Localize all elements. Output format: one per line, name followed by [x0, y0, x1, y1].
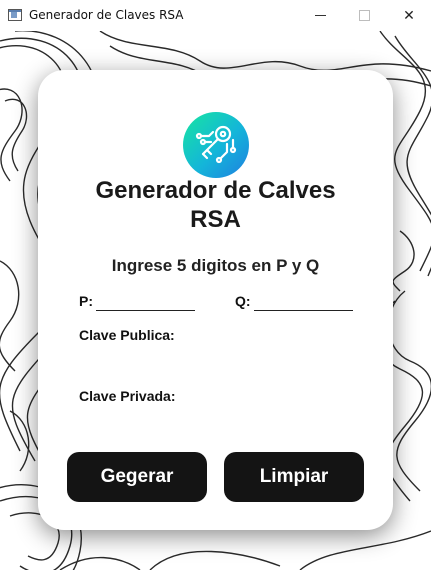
- q-label: Q:: [235, 293, 251, 309]
- public-key-label: Clave Publica:: [79, 327, 175, 343]
- page-title-line1: Generador de Calves: [95, 177, 336, 204]
- p-label: P:: [79, 293, 93, 309]
- title-bar: Generador de Claves RSA ✕: [0, 0, 431, 31]
- page-title-line2: RSA: [190, 206, 241, 233]
- instructions-text: Ingrese 5 digitos en P y Q: [111, 256, 320, 275]
- key-circuit-icon: [183, 112, 249, 178]
- page-title: Generador de Calves RSA: [38, 176, 393, 234]
- q-input[interactable]: [254, 294, 353, 311]
- minimize-icon: [314, 15, 326, 16]
- generator-card: Generador de Calves RSA Ingrese 5 digito…: [38, 70, 393, 530]
- p-input[interactable]: [96, 294, 195, 311]
- maximize-icon: [358, 10, 370, 21]
- close-button[interactable]: ✕: [386, 0, 431, 31]
- window-title: Generador de Claves RSA: [29, 8, 184, 22]
- maximize-button[interactable]: [341, 0, 387, 31]
- minimize-button[interactable]: [297, 0, 343, 31]
- private-key-label: Clave Privada:: [79, 388, 176, 404]
- generate-button[interactable]: Gegerar: [67, 452, 207, 502]
- app-window-icon: [8, 9, 22, 21]
- close-icon: ✕: [403, 7, 415, 24]
- clear-button[interactable]: Limpiar: [224, 452, 364, 502]
